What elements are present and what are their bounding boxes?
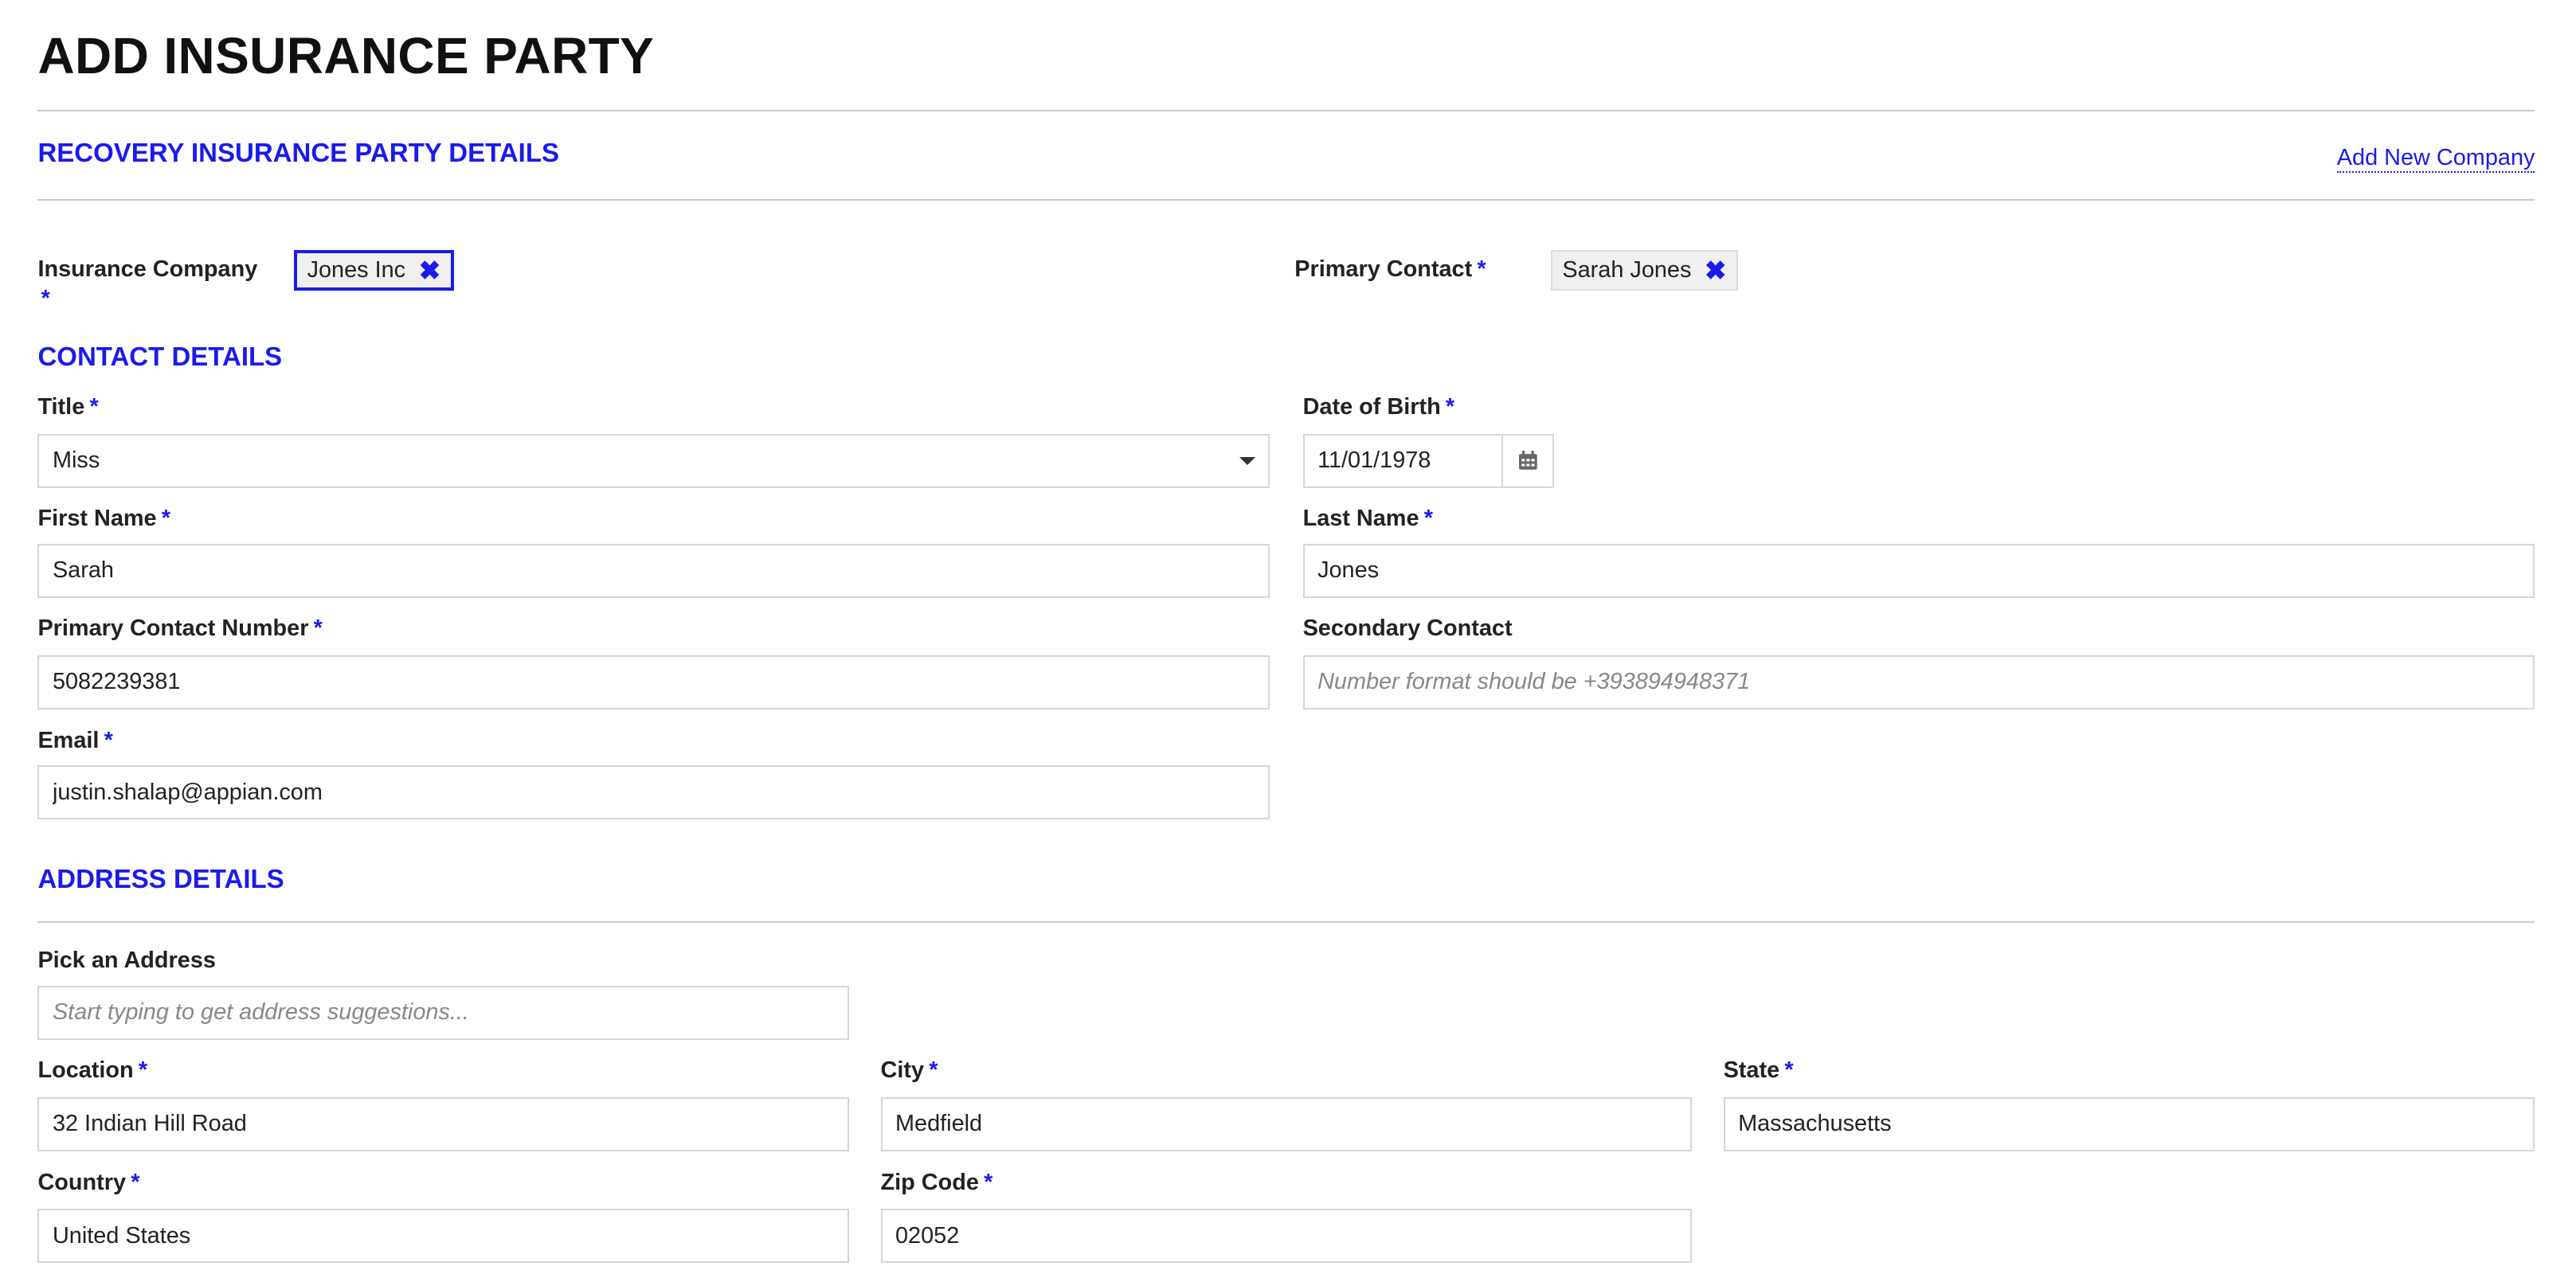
primary-number-label: Primary Contact Number * [37, 616, 323, 642]
last-name-input[interactable] [1302, 543, 2535, 598]
divider [37, 921, 2535, 924]
section-heading-recovery: RECOVERY INSURANCE PARTY DETAILS [37, 138, 560, 168]
divider [37, 110, 2535, 112]
country-input[interactable] [37, 1209, 850, 1264]
state-input[interactable] [1723, 1096, 2535, 1151]
insurance-company-chip[interactable]: Jones Inc ✖ [294, 249, 454, 291]
city-label: City * [880, 1057, 938, 1084]
secondary-contact-input[interactable] [1302, 655, 2535, 709]
chip-label: Sarah Jones [1562, 256, 1692, 283]
last-name-label: Last Name * [1302, 506, 1433, 532]
section-heading-address: ADDRESS DETAILS [37, 863, 284, 893]
secondary-contact-label: Secondary Contact [1302, 616, 1513, 642]
pick-address-input[interactable] [37, 985, 850, 1040]
calendar-button[interactable] [1501, 433, 1555, 488]
dob-label: Date of Birth * [1302, 394, 1455, 420]
primary-contact-chip[interactable]: Sarah Jones ✖ [1551, 249, 1738, 291]
calendar-icon [1518, 451, 1537, 470]
pick-address-label: Pick an Address [37, 948, 216, 974]
section-heading-contact: CONTACT DETAILS [37, 342, 283, 371]
remove-icon[interactable]: ✖ [1705, 255, 1727, 286]
divider [37, 198, 2535, 201]
page-title: ADD INSURANCE PARTY [37, 27, 655, 84]
chip-label: Jones Inc [307, 256, 406, 283]
first-name-label: First Name * [37, 506, 171, 532]
title-label: Title * [37, 394, 99, 420]
primary-number-input[interactable] [37, 655, 1270, 709]
email-input[interactable] [37, 765, 1270, 820]
state-label: State * [1723, 1057, 1794, 1084]
first-name-input[interactable] [37, 543, 1270, 598]
country-label: Country * [37, 1169, 140, 1195]
remove-icon[interactable]: ✖ [419, 255, 441, 286]
add-new-company-link[interactable]: Add New Company [2336, 145, 2535, 173]
city-input[interactable] [880, 1096, 1693, 1151]
email-label: Email * [37, 727, 113, 753]
location-input[interactable] [37, 1096, 850, 1151]
zip-input[interactable] [880, 1209, 1693, 1264]
zip-label: Zip Code * [880, 1169, 993, 1195]
location-label: Location * [37, 1057, 148, 1084]
primary-contact-label: Primary Contact * [1294, 256, 1486, 282]
dob-input[interactable] [1302, 433, 1504, 488]
chevron-down-icon [1239, 456, 1255, 465]
insurance-company-label: Insurance Company * [37, 256, 258, 311]
title-select[interactable]: Miss [37, 433, 1270, 488]
